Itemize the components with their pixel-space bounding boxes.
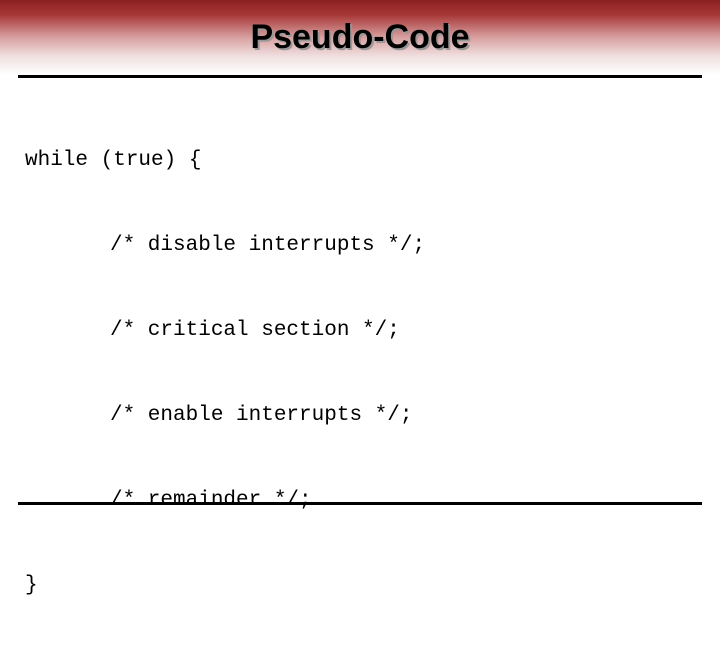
code-line-while: while (true) { [25,147,695,175]
slide-container: Pseudo-Code while (true) { /* disable in… [0,0,720,540]
content-area: while (true) { /* disable interrupts */;… [0,78,720,657]
code-line-disable: /* disable interrupts */; [25,232,695,260]
code-line-remainder: /* remainder */; [25,487,695,515]
code-line-critical: /* critical section */; [25,317,695,345]
code-line-enable: /* enable interrupts */; [25,402,695,430]
page-title: Pseudo-Code [250,18,469,57]
header-band: Pseudo-Code [0,0,720,75]
bottom-divider [18,502,702,505]
code-block: while (true) { /* disable interrupts */;… [25,90,695,657]
code-line-close: } [25,572,695,600]
